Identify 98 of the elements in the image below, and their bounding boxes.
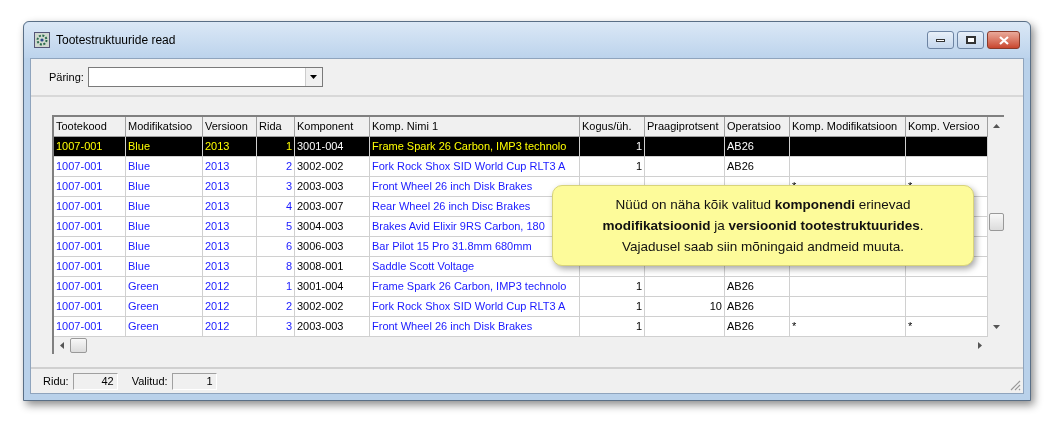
table-cell-text: 3002-002 [297, 159, 344, 175]
table-cell-text: 1 [285, 279, 292, 295]
table-cell-text: 3001-004 [297, 139, 344, 155]
table-cell-text: AB26 [727, 279, 754, 295]
table-cell-text: Fork Rock Shox SID World Cup RLT3 A [372, 299, 566, 315]
close-icon [998, 35, 1009, 45]
table-cell-text: 1 [635, 159, 642, 175]
table-cell-text: Saddle Scott Voltage [372, 259, 475, 275]
minimize-button[interactable] [927, 31, 954, 49]
table-cell-text: 5 [285, 219, 292, 235]
table-cell-text: Blue [128, 159, 151, 175]
status-value: 1 [171, 372, 217, 390]
table-cell-text: 2013 [205, 259, 230, 275]
table-cell-text: Bar Pilot 15 Pro 31.8mm 680mm [372, 239, 532, 255]
close-button[interactable] [987, 31, 1020, 49]
table-cell-text: 6 [285, 239, 292, 255]
table-cell-text: AB26 [727, 319, 754, 335]
table-cell-text: 3002-002 [297, 299, 344, 315]
table-cell-text: 2 [285, 159, 292, 175]
table-cell-text: 1007-001 [56, 179, 103, 195]
gear-icon [34, 32, 50, 48]
right-arrow-icon [978, 342, 982, 349]
down-arrow-icon [992, 325, 1000, 329]
table-cell-text: 8 [285, 259, 292, 275]
table-cell-text: 3001-004 [297, 279, 344, 295]
table-cell-text: 1007-001 [56, 299, 103, 315]
scroll-thumb[interactable] [988, 213, 1004, 231]
scroll-thumb[interactable] [70, 338, 87, 353]
table-cell-text: 2012 [205, 279, 230, 295]
table-cell-text: 4 [285, 199, 292, 215]
table-cell-text: 1 [285, 139, 292, 155]
table-cell-text: Green [128, 299, 159, 315]
table-cell-text: 2013 [205, 199, 230, 215]
table-cell-text: 2012 [205, 319, 230, 335]
table-row[interactable]: 1007-001 Green 2012 1 3001-004 Frame Spark 26 Carbon, IMP3 technolo 1 AB26 [54, 277, 988, 297]
table-cell-text: 2003-003 [297, 319, 344, 335]
table-cell-text: AB26 [727, 159, 754, 175]
table-cell-text: 3008-001 [297, 259, 344, 275]
caret-icon [310, 75, 318, 79]
table-cell-text: 1 [635, 139, 642, 155]
table-cell-text: AB26 [727, 139, 754, 155]
table-cell-text: Blue [128, 259, 151, 275]
maximize-button[interactable] [957, 31, 984, 49]
table-cell-text: 3 [285, 179, 292, 195]
table-cell-text: 1007-001 [56, 139, 103, 155]
status-value: 42 [72, 372, 118, 390]
table-row[interactable]: 1007-001 Green 2012 3 2003-003 Front Wheel 26 inch Disk Brakes 1 AB26 * * [54, 317, 988, 337]
table-row[interactable]: 1007-001 Green 2012 2 3002-002 Fork Rock Shox SID World Cup RLT3 A 1 10 AB26 [54, 297, 988, 317]
table-cell-text: Frame Spark 26 Carbon, IMP3 technolo [372, 139, 567, 155]
window-title: Tootestruktuuride read [56, 32, 176, 49]
table-cell-text: 2003-007 [297, 199, 344, 215]
resize-grip-icon [1009, 379, 1021, 391]
table-cell-text: 1007-001 [56, 159, 103, 175]
table-cell-text: Green [128, 319, 159, 335]
table-row[interactable]: 1007-001 Blue 2013 2 3002-002 Fork Rock Shox SID World Cup RLT3 A 1 AB26 [54, 157, 988, 177]
table-cell-text: Blue [128, 179, 151, 195]
table-cell-text: 1007-001 [56, 319, 103, 335]
table-cell-text: 2013 [205, 179, 230, 195]
table-cell-text: 1 [635, 279, 642, 295]
query-dropdown[interactable] [87, 67, 323, 87]
table-cell-text: 10 [709, 299, 722, 315]
table-cell-text: Blue [128, 219, 151, 235]
table-cell-text: 1007-001 [56, 219, 103, 235]
table-cell-text: Fork Rock Shox SID World Cup RLT3 A [372, 159, 566, 175]
table-cell-text: 2012 [205, 299, 230, 315]
table-cell-text: 1007-001 [56, 259, 103, 275]
status-label: Ridu: [43, 373, 69, 389]
table-cell-text: * [908, 319, 913, 335]
query-label: Päring: [49, 69, 84, 85]
left-arrow-icon [60, 342, 64, 349]
table-cell-text: * [792, 319, 797, 335]
table-cell-text: 2013 [205, 159, 230, 175]
table-cell-text: Brakes Avid Elixir 9RS Carbon, 180 [372, 219, 545, 235]
table-cell-text: Blue [128, 199, 151, 215]
table-cell-text: Front Wheel 26 inch Disk Brakes [372, 179, 533, 195]
table-cell-text: Frame Spark 26 Carbon, IMP3 technolo [372, 279, 567, 295]
status-label: Valitud: [131, 373, 168, 389]
table-cell-text: AB26 [727, 299, 754, 315]
table-cell-text: Green [128, 279, 159, 295]
table-cell-text: 1007-001 [56, 239, 103, 255]
table-row[interactable]: 1007-001 Blue 2013 1 3001-004 Frame Spark 26 Carbon, IMP3 technolo 1 AB26 [54, 137, 988, 157]
table-cell-text: Blue [128, 139, 151, 155]
table-cell-text: 2013 [205, 139, 230, 155]
table-cell-text: 2013 [205, 239, 230, 255]
table-cell-text: 3 [285, 319, 292, 335]
table-cell-text: 1007-001 [56, 279, 103, 295]
table-cell-text: Blue [128, 239, 151, 255]
table-cell-text: 1 [635, 319, 642, 335]
table-cell-text: Front Wheel 26 inch Disk Brakes [372, 319, 533, 335]
table-cell-text: 3004-003 [297, 219, 344, 235]
table-cell-text: 1007-001 [56, 199, 103, 215]
table-cell-text: 3006-003 [297, 239, 344, 255]
up-arrow-icon [992, 124, 1000, 128]
table-cell-text: 2003-003 [297, 179, 344, 195]
table-cell-text: 2013 [205, 219, 230, 235]
table-cell-text: 2 [285, 299, 292, 315]
table-cell-text: 1 [635, 299, 642, 315]
table-cell-text: Rear Wheel 26 inch Disc Brakes [372, 199, 531, 215]
